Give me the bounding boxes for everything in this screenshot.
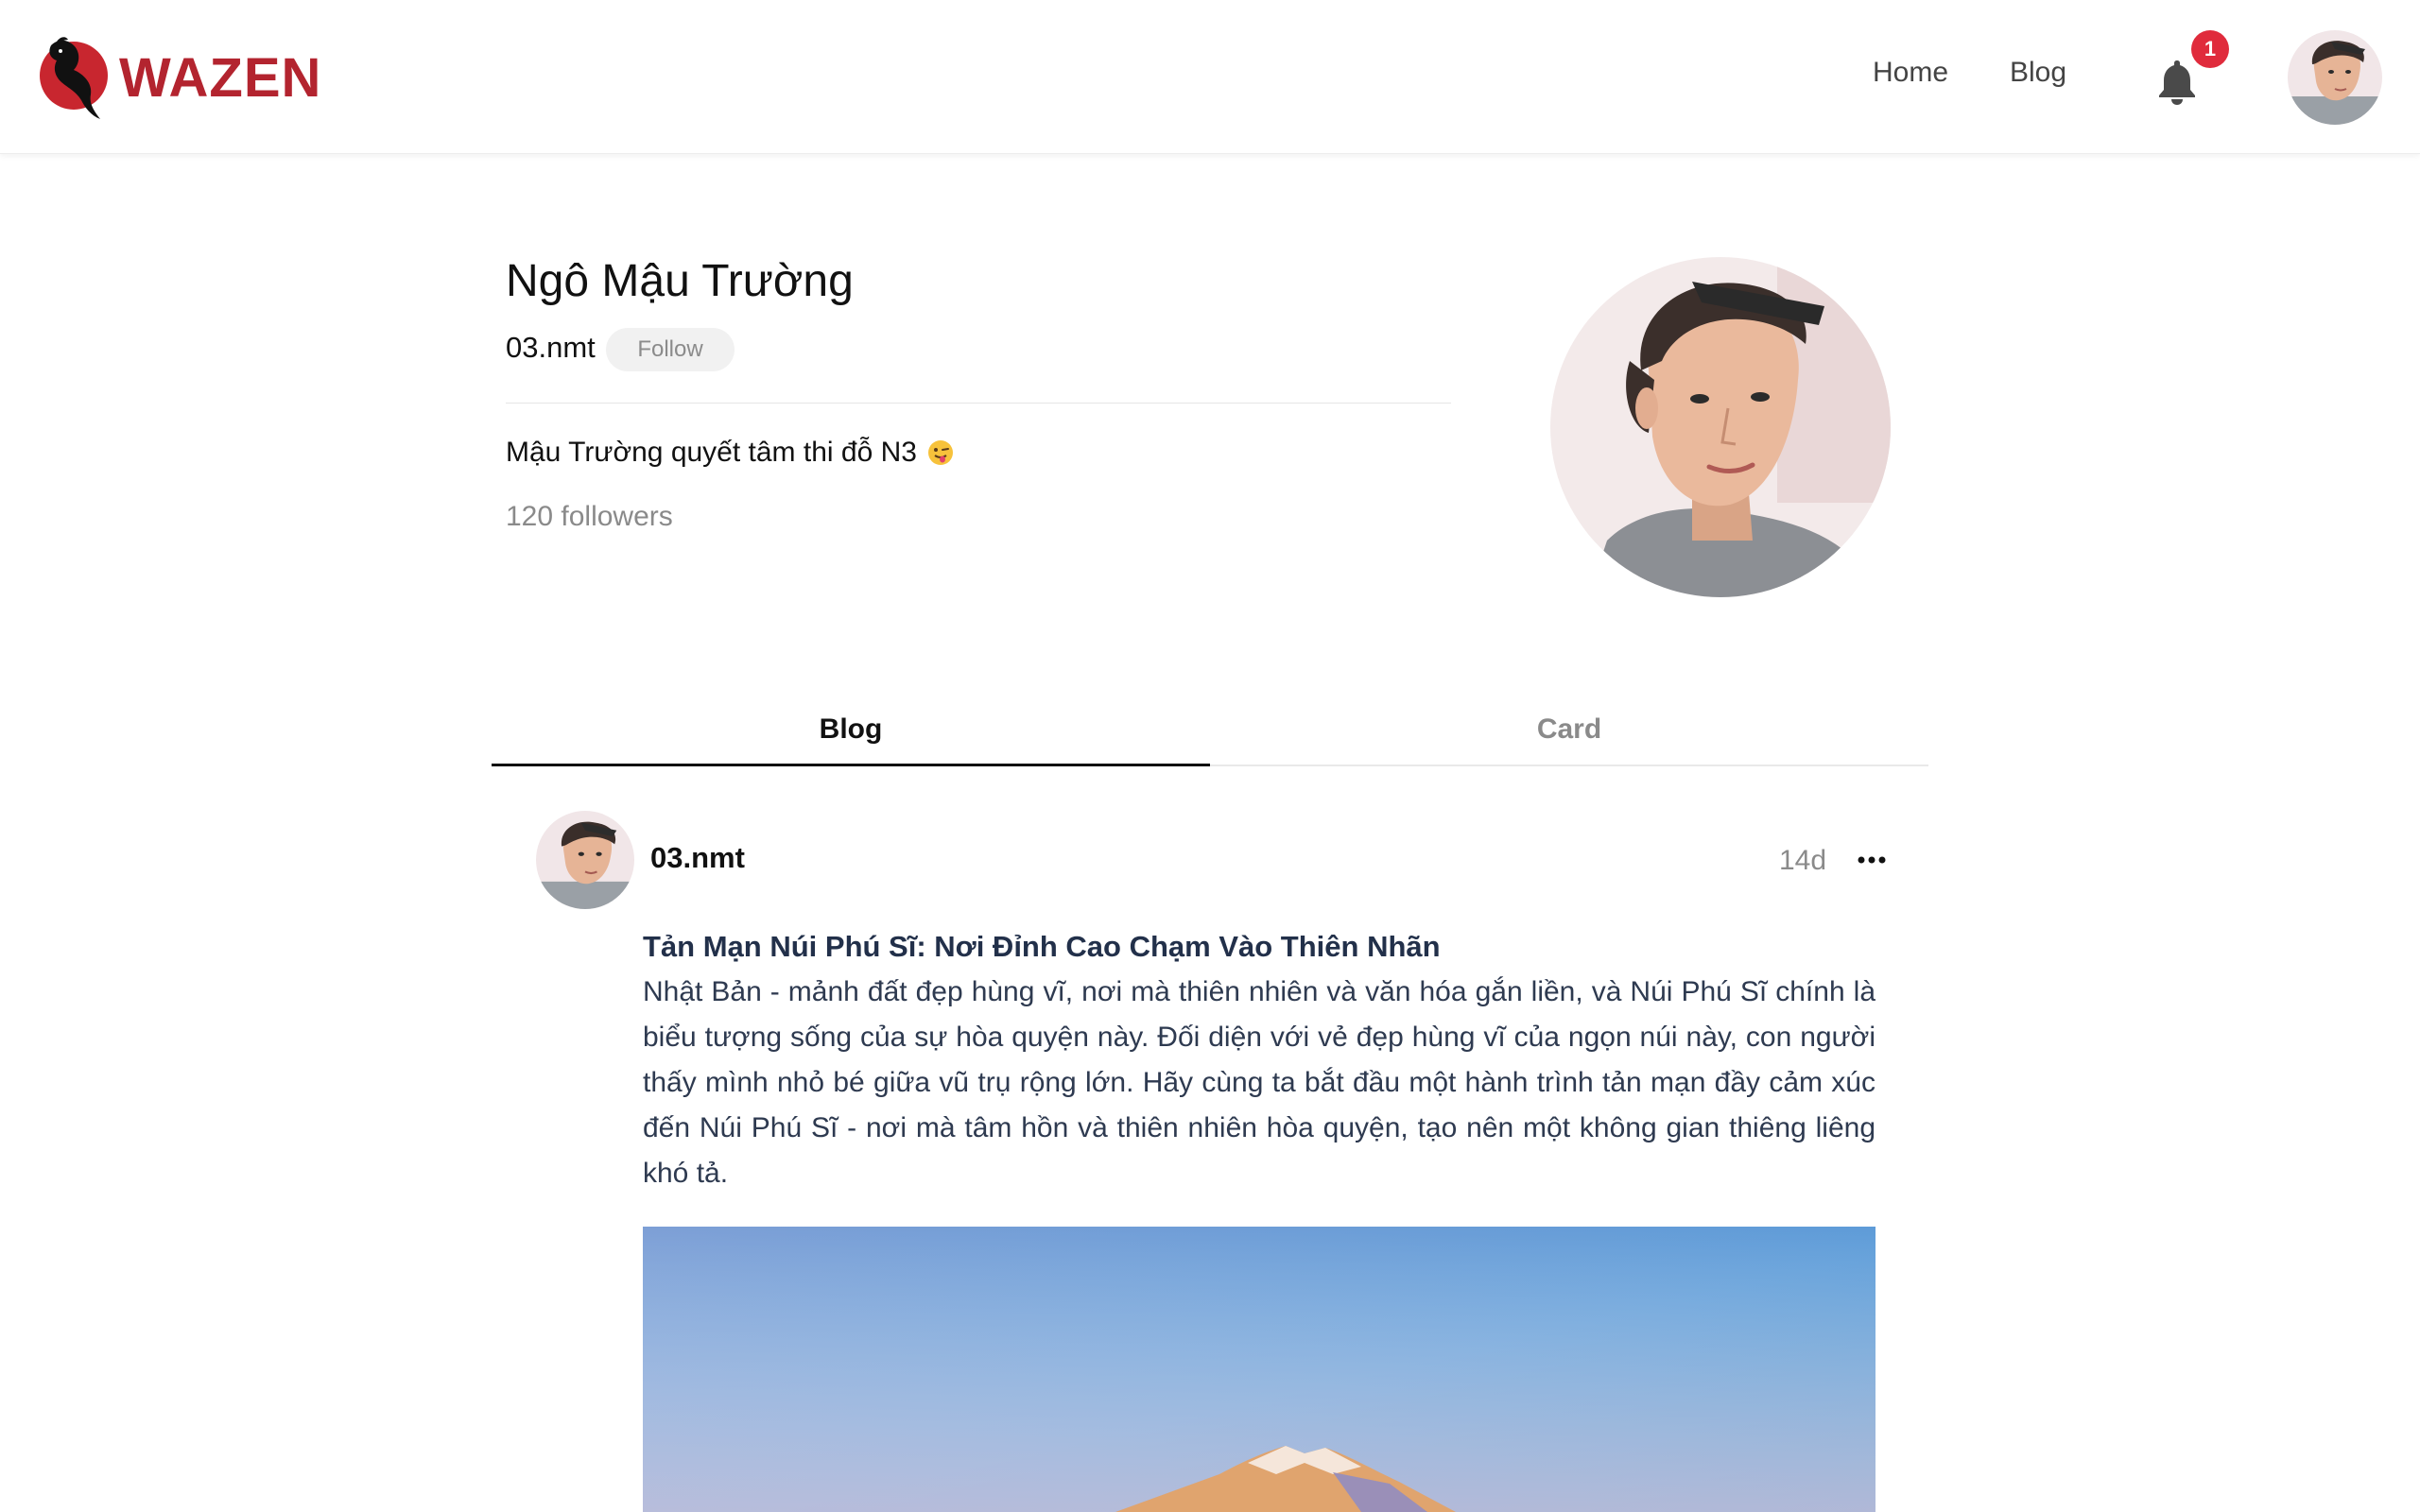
- post-image-mount-fuji[interactable]: [643, 1227, 1876, 1512]
- profile-handle: 03.nmt: [506, 331, 596, 364]
- profile-bio: Mậu Trường quyết tâm thi đỗ N3: [506, 437, 955, 469]
- notification-badge: 1: [2191, 30, 2229, 68]
- post-title[interactable]: Tản Mạn Núi Phú Sĩ: Nơi Đỉnh Cao Chạm Và…: [643, 930, 1441, 964]
- top-navbar: WAZEN Home Blog 1: [0, 0, 2420, 154]
- followers-count[interactable]: 120 followers: [506, 501, 673, 533]
- post-avatar-photo: [536, 811, 634, 909]
- bell-icon[interactable]: [2153, 57, 2201, 106]
- avatar-photo: [2288, 30, 2382, 125]
- tab-blog[interactable]: Blog: [492, 695, 1210, 766]
- profile-bio-text: Mậu Trường quyết tâm thi đỗ N3: [506, 437, 917, 468]
- nav-home-link[interactable]: Home: [1873, 57, 1948, 89]
- brand-logo[interactable]: WAZEN: [38, 32, 321, 123]
- mount-fuji-photo: [643, 1227, 1876, 1512]
- tab-card[interactable]: Card: [1210, 695, 1928, 765]
- post-body: Nhật Bản - mảnh đất đẹp hùng vĩ, nơi mà …: [643, 976, 1876, 1189]
- profile-photo: [1550, 257, 1891, 597]
- post-timestamp: 14d: [1779, 845, 1827, 876]
- post-author-name[interactable]: 03.nmt: [650, 841, 745, 875]
- koi-fish-logo-icon: [40, 37, 108, 119]
- dots-icon: [1858, 856, 1886, 864]
- nav-blog-link[interactable]: Blog: [2010, 57, 2066, 89]
- user-avatar-menu[interactable]: [2288, 30, 2382, 125]
- follow-button[interactable]: Follow: [606, 328, 735, 371]
- winking-tongue-emoji-icon: [927, 440, 953, 465]
- profile-tabs: Blog Card: [492, 695, 1928, 766]
- post-author-avatar[interactable]: [536, 811, 634, 909]
- profile-name: Ngô Mậu Trường: [506, 256, 854, 306]
- more-horizontal-icon[interactable]: [1853, 843, 1891, 877]
- profile-avatar: [1550, 257, 1891, 597]
- profile-divider: [506, 403, 1451, 404]
- brand-name: WAZEN: [119, 46, 322, 109]
